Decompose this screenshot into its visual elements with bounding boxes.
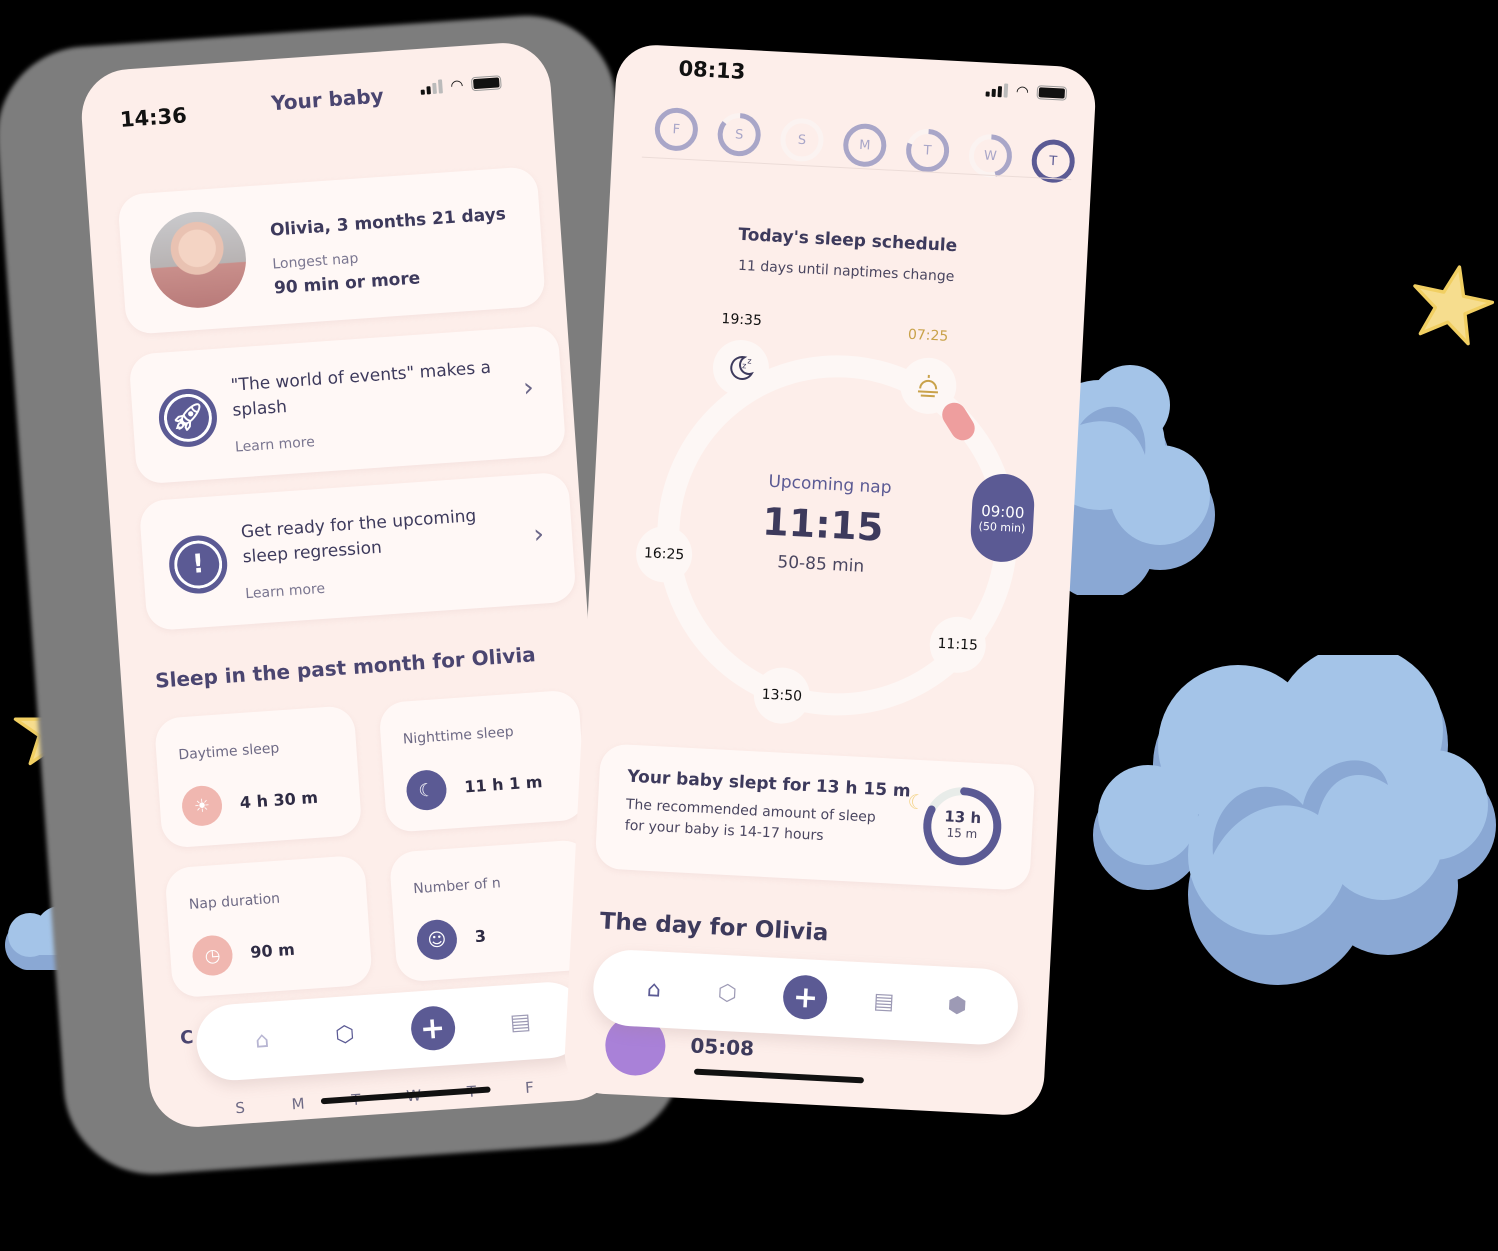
week-day-ring[interactable]: W (966, 132, 1014, 180)
week-day-label: T (1048, 153, 1058, 169)
stat-value: 90 m (249, 939, 296, 962)
clock-icon: ◷ (191, 934, 234, 977)
battery-icon (470, 75, 502, 92)
signal-icon (420, 79, 443, 95)
week-day-label: W (983, 147, 998, 164)
stat-value: 4 h 30 m (239, 787, 319, 813)
chevron-right-icon: › (532, 519, 545, 551)
partial-section-title: C (179, 1027, 195, 1049)
event-time: 05:08 (689, 1033, 755, 1061)
weekday-label: S (234, 1098, 246, 1118)
week-day-label: S (734, 126, 744, 143)
star-icon (1413, 265, 1495, 346)
longest-nap-value: 90 min or more (273, 268, 421, 299)
stat-label: Nap duration (188, 890, 281, 913)
journal-icon[interactable]: ▤ (866, 984, 902, 1020)
sleepy-face-icon: ☺ (415, 918, 459, 962)
stat-label: Number of n (412, 875, 502, 898)
rocket-icon: 🚀︎ (156, 386, 219, 449)
weekday-label: M (290, 1094, 306, 1114)
moon-icon: ☾ (906, 789, 927, 815)
learn-more-link[interactable]: Learn more (245, 581, 326, 603)
svg-text:z: z (747, 356, 752, 365)
status-icons: ◠ (985, 80, 1068, 102)
battery-icon (1036, 85, 1068, 101)
profile-icon[interactable]: ⬡ (709, 975, 745, 1011)
baby-profile-card[interactable]: Olivia, 3 months 21 days Longest nap 90 … (117, 165, 546, 335)
day-title: The day for Olivia (599, 908, 830, 947)
stat-value: 3 (474, 926, 487, 947)
status-icons: ◠ (420, 73, 502, 97)
weekday-label: F (524, 1078, 535, 1097)
cloud-icon (1093, 655, 1496, 985)
add-button[interactable]: + (409, 1004, 457, 1052)
alert-icon: ! (167, 533, 230, 596)
bedtime-label: 19:35 (721, 310, 763, 330)
learn-more-link[interactable]: Learn more (235, 434, 316, 456)
wifi-icon: ◠ (449, 75, 465, 95)
wifi-icon: ◠ (1015, 82, 1030, 101)
nap-time: 13:50 (761, 686, 803, 705)
info-card-title: "The world of events" makes a splash (230, 357, 492, 421)
page-title: Your baby (270, 83, 385, 116)
wake-time-label: 07:25 (907, 326, 949, 345)
stat-daytime-sleep[interactable]: Daytime sleep ☀ 4 h 30 m (153, 705, 363, 849)
home-icon[interactable]: ⌂ (244, 1022, 280, 1058)
signal-icon (985, 82, 1009, 98)
stat-nap-duration[interactable]: Nap duration ◷ 90 m (164, 854, 373, 999)
moon-zzz-icon: ☾ (405, 768, 448, 812)
week-day-ring[interactable]: M (841, 121, 889, 169)
week-day-label: T (923, 142, 932, 159)
week-day-ring[interactable]: S (715, 110, 763, 158)
longest-nap-label: Longest nap (271, 250, 359, 273)
chevron-right-icon: › (522, 372, 535, 404)
info-card-regression[interactable]: ! Get ready for the upcoming sleep regre… (138, 471, 577, 632)
week-day-ring[interactable]: T (903, 126, 951, 174)
info-card-title: Get ready for the upcoming sleep regress… (240, 506, 477, 568)
svg-text:z: z (742, 361, 747, 370)
week-day-label: S (797, 132, 807, 148)
week-day-label: M (858, 137, 871, 154)
journal-icon[interactable]: ▤ (502, 1004, 538, 1040)
stat-nighttime-sleep[interactable]: Nighttime sleep ☾ 11 h 1 m (378, 689, 587, 833)
profile-icon[interactable]: ⬡ (327, 1016, 363, 1052)
add-button[interactable]: + (782, 974, 829, 1021)
info-card-events[interactable]: 🚀︎ "The world of events" makes a splash … (128, 324, 567, 485)
status-time: 08:13 (677, 56, 746, 84)
sleep-month-title: Sleep in the past month for Olivia (154, 642, 537, 693)
week-day-ring[interactable]: F (652, 105, 700, 153)
stat-label: Daytime sleep (177, 740, 280, 764)
home-icon[interactable]: ⌂ (636, 971, 672, 1007)
sleep-summary-card[interactable]: Your baby slept for 13 h 15 m The recomm… (594, 743, 1036, 891)
donut-label: 13 h 15 m (920, 806, 1006, 842)
stat-label: Nighttime sleep (402, 723, 515, 748)
baby-name-age: Olivia, 3 months 21 days (269, 204, 507, 241)
bottom-nav: ⌂ ⬡ + ▤ (194, 979, 589, 1083)
stat-value: 11 h 1 m (463, 772, 544, 797)
home-indicator (693, 1068, 865, 1084)
status-time: 14:36 (119, 103, 188, 132)
week-day-label: F (672, 121, 681, 138)
sunrise-icon: ☀ (180, 784, 224, 828)
settings-icon[interactable]: ⬢ (939, 987, 975, 1023)
phone-your-baby-screen: 14:36 Your baby ◠ Olivia, 3 months 21 da… (78, 39, 622, 1131)
summary-text: The recommended amount of sleep for your… (624, 796, 877, 844)
nap-time: 11:15 (937, 635, 979, 654)
phone-sleep-schedule-screen: 08:13 ◠ FSSMTWT Today's sleep schedule 1… (562, 43, 1098, 1117)
baby-avatar (146, 208, 250, 312)
stat-number-of-naps[interactable]: Number of n ☺ 3 (388, 838, 598, 983)
week-day-ring[interactable]: S (778, 116, 826, 164)
app-showcase: 14:36 Your baby ◠ Olivia, 3 months 21 da… (0, 0, 1498, 1251)
